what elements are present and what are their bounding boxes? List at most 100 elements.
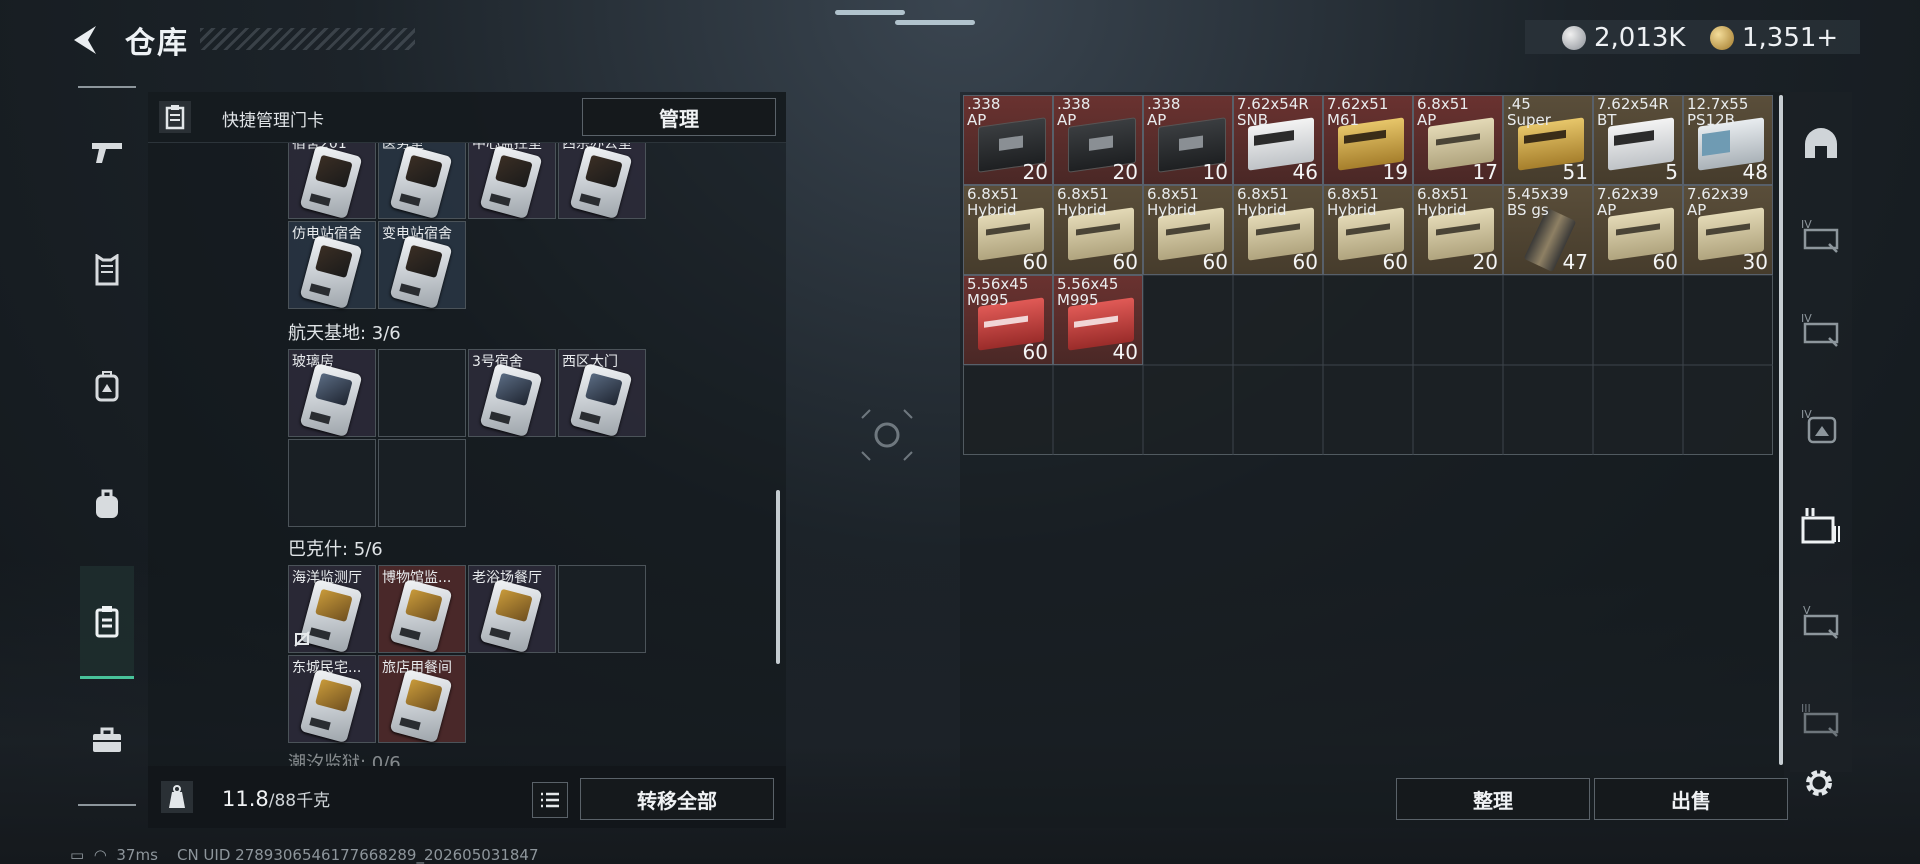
ammo-count: 60: [1022, 340, 1048, 364]
ammo-item[interactable]: 7.62x51 M61 19: [1323, 95, 1413, 185]
ammo-count: 60: [1382, 250, 1408, 274]
toolbox-icon: [93, 727, 121, 752]
ammo-name: 7.62x54R SNB: [1237, 95, 1309, 129]
keycard-slot[interactable]: 仿电站宿舍: [288, 221, 376, 310]
ammo-name: 6.8x51 Hybrid: [967, 185, 1019, 219]
ammo-item[interactable]: 5.45x39 BS gs 47: [1503, 185, 1593, 275]
rnav-armor-iv-a[interactable]: IV: [1794, 206, 1848, 266]
nav-keycards[interactable]: [80, 566, 134, 679]
ammo-item[interactable]: 7.62x39 AP 60: [1593, 185, 1683, 275]
keycard-holder-icon: [95, 606, 119, 638]
sell-button[interactable]: 出售: [1594, 778, 1788, 820]
ammo-item[interactable]: .338 AP 10: [1143, 95, 1233, 185]
keycard-slot[interactable]: 东城民宅...: [288, 655, 376, 744]
weight-readout: 11.8/88千克: [222, 786, 330, 811]
helmet-icon: [1805, 128, 1837, 158]
keycard-slot[interactable]: 玻璃房: [288, 349, 376, 438]
armor-iv-icon: IV: [1801, 312, 1839, 347]
ammo-count: 46: [1292, 160, 1318, 184]
currency-silver-value: 2,013K: [1594, 23, 1686, 53]
keycard-slot[interactable]: 西区大门: [558, 349, 646, 438]
ammo-item[interactable]: 6.8x51 Hybrid 20: [1413, 185, 1503, 275]
keycard-slot[interactable]: 老浴场餐厅: [468, 565, 556, 654]
keycard-image: [479, 144, 543, 220]
no-entry-card-icon: [294, 631, 310, 647]
keycard-slot[interactable]: 博物馆监...: [378, 565, 466, 654]
ammo-name: .45 Super: [1507, 95, 1551, 129]
transfer-all-button[interactable]: 转移全部: [580, 778, 774, 820]
ammo-item[interactable]: 6.8x51 Hybrid 60: [1233, 185, 1323, 275]
keycard-holder-icon: [158, 100, 192, 134]
keycard-slot[interactable]: 3号宿舍: [468, 349, 556, 438]
ammo-item[interactable]: .45 Super 51: [1503, 95, 1593, 185]
backpack-icon: [96, 489, 118, 518]
keycard-image: [299, 234, 363, 310]
ammo-count: 60: [1292, 250, 1318, 274]
ammo-count: 60: [1202, 250, 1228, 274]
title-decoration: [200, 28, 415, 50]
keycard-list[interactable]: 宿舍201 医务室 中心监控室 西宗办公室 仿电站宿舍 变电站宿舍 航天基地: …: [148, 143, 778, 766]
ammo-count: 47: [1562, 250, 1588, 274]
ammo-item[interactable]: .338 AP 20: [963, 95, 1053, 185]
back-arrow-icon[interactable]: [66, 22, 106, 58]
keycard-slot-empty[interactable]: [378, 349, 466, 437]
ammo-crate-icon: [1801, 508, 1840, 544]
keycard-slot-empty[interactable]: [288, 439, 376, 527]
ammo-item[interactable]: 6.8x51 AP 17: [1413, 95, 1503, 185]
list-view-button[interactable]: [532, 782, 568, 818]
settings-gear-icon[interactable]: [1800, 764, 1838, 802]
nav-rig[interactable]: [80, 356, 134, 416]
nav-toolbox[interactable]: [80, 710, 134, 770]
keycard-scrollbar[interactable]: [776, 490, 780, 664]
keycard-image: [479, 578, 543, 654]
ammo-item[interactable]: 7.62x54R SNB 46: [1233, 95, 1323, 185]
keycard-slot-empty[interactable]: [558, 565, 646, 653]
rnav-armor-v[interactable]: V: [1794, 592, 1848, 652]
ammo-item[interactable]: .338 AP 20: [1053, 95, 1143, 185]
ammo-count: 10: [1202, 160, 1228, 184]
currency-silver[interactable]: 2,013K: [1562, 20, 1685, 56]
armor-v-icon: V: [1803, 604, 1839, 639]
keycard-slot[interactable]: 医务室: [378, 143, 466, 220]
ammo-item[interactable]: 7.62x54R BT 5: [1593, 95, 1683, 185]
ammo-item[interactable]: 7.62x39 AP 30: [1683, 185, 1773, 275]
backpack-rig-icon: [95, 371, 119, 402]
rnav-helmet[interactable]: [1794, 114, 1848, 174]
ammo-item[interactable]: 5.56x45 M995 40: [1053, 275, 1143, 365]
ammo-item[interactable]: 6.8x51 Hybrid 60: [1053, 185, 1143, 275]
sort-button[interactable]: 整理: [1396, 778, 1590, 820]
nav-armor[interactable]: [80, 240, 134, 300]
keycard-slot[interactable]: 旅店用餐间: [378, 655, 466, 744]
keycard-slot[interactable]: 海洋监测厅: [288, 565, 376, 654]
weight-max: /88千克: [268, 791, 331, 811]
stash-scrollbar[interactable]: [1779, 95, 1783, 765]
ammo-name: .338 AP: [1057, 95, 1091, 129]
nav-weapons[interactable]: [80, 122, 134, 182]
currency-gold[interactable]: 1,351+: [1710, 20, 1838, 56]
keycard-image: [479, 362, 543, 438]
gold-coin-icon: [1710, 26, 1734, 50]
ammo-item[interactable]: 6.8x51 Hybrid 60: [1143, 185, 1233, 275]
keycard-slot[interactable]: 西宗办公室: [558, 143, 646, 220]
ammo-item[interactable]: 6.8x51 Hybrid 60: [963, 185, 1053, 275]
rnav-ammo[interactable]: [1794, 496, 1848, 556]
keycard-slot[interactable]: 中心监控室: [468, 143, 556, 220]
rnav-armor-iv-c[interactable]: IV: [1794, 396, 1848, 456]
keycard-image: [389, 578, 453, 654]
ammo-item[interactable]: 12.7x55 PS12B 48: [1683, 95, 1773, 185]
nav-backpack[interactable]: [80, 474, 134, 534]
ammo-name: 7.62x39 AP: [1597, 185, 1659, 219]
rnav-armor-iv-b[interactable]: IV: [1794, 300, 1848, 360]
keycard-slot[interactable]: 宿舍201: [288, 143, 376, 220]
ammo-name: 6.8x51 Hybrid: [1327, 185, 1379, 219]
keycard-slot-empty[interactable]: [378, 439, 466, 527]
status-bar: ▭ ◠ 37ms CN UID 2789306546177668289_2026…: [70, 846, 539, 864]
ammo-item[interactable]: 6.8x51 Hybrid 60: [1323, 185, 1413, 275]
keycard-slot[interactable]: 变电站宿舍: [378, 221, 466, 310]
ammo-item[interactable]: 5.56x45 M995 60: [963, 275, 1053, 365]
rnav-armor-iii[interactable]: III: [1794, 690, 1848, 750]
ammo-count: 17: [1472, 160, 1498, 184]
ammo-count: 5: [1665, 160, 1678, 184]
manage-button[interactable]: 管理: [582, 98, 776, 136]
keycard-image: [389, 144, 453, 220]
